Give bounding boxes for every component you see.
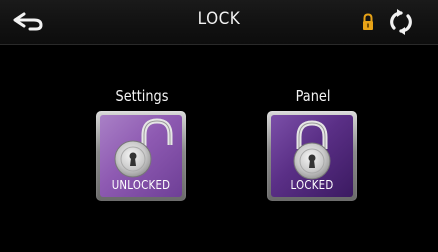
top-bar: LOCK [0,0,438,45]
settings-tile-face: UNLOCKED [100,115,182,197]
settings-state: UNLOCKED [111,178,171,192]
refresh-icon [390,9,412,35]
panel-lock-toggle[interactable]: LOCKED [267,111,357,201]
refresh-button[interactable] [384,8,418,36]
panel-lock-item: Panel LOCKED [263,87,363,207]
lock-screen: LOCK Settings UNLOCKED Panel LOCKED [0,0,438,252]
panel-label: Panel [295,87,331,105]
panel-state: LOCKED [290,178,334,192]
settings-label: Settings [115,87,169,105]
lock-status-indicator [361,13,375,31]
settings-lock-toggle[interactable]: UNLOCKED [96,111,186,201]
padlock-icon [363,13,373,30]
settings-lock-item: Settings UNLOCKED [92,87,192,207]
panel-tile-face: LOCKED [271,115,353,197]
